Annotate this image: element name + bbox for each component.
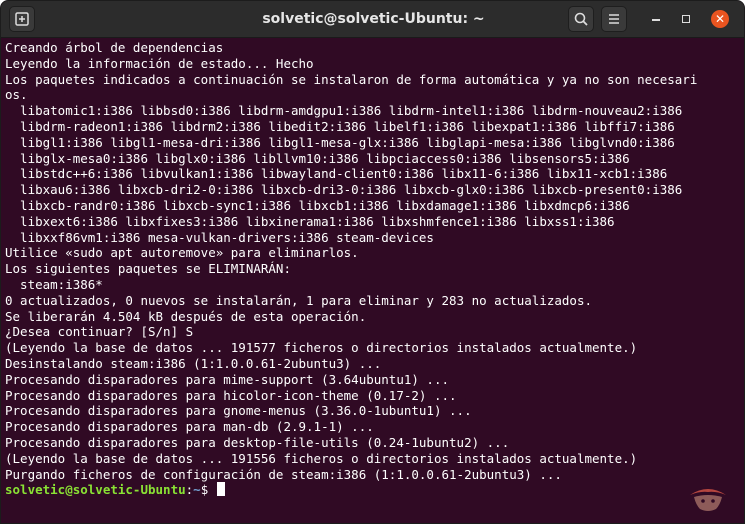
output-line: steam:i386* bbox=[5, 276, 103, 292]
maximize-icon bbox=[682, 15, 690, 23]
output-line: Utilice «sudo apt autoremove» para elimi… bbox=[5, 245, 359, 261]
search-button[interactable] bbox=[568, 6, 594, 32]
output-line: Leyendo la información de estado... Hech… bbox=[5, 55, 314, 71]
output-line: libstdc++6:i386 libvulkan1:i386 libwayla… bbox=[5, 166, 668, 182]
output-line: Se liberarán 4.504 kB después de esta op… bbox=[5, 308, 367, 324]
output-line: libxau6:i386 libxcb-dri2-0:i386 libxcb-d… bbox=[5, 182, 683, 198]
terminal-output[interactable]: Creando árbol de dependencias Leyendo la… bbox=[1, 38, 744, 523]
output-line: Procesando disparadores para gnome-menus… bbox=[5, 403, 472, 419]
output-line: Procesando disparadores para hicolor-ico… bbox=[5, 387, 457, 403]
window-title: solvetic@solvetic-Ubuntu: ~ bbox=[262, 11, 485, 27]
output-line: Desinstalando steam:i386 (1:1.0.0.61-2ub… bbox=[5, 355, 382, 371]
output-line: Procesando disparadores para mime-suppor… bbox=[5, 371, 450, 387]
solvetic-logo-icon bbox=[690, 489, 726, 511]
output-line: libdrm-radeon1:i386 libdrm2:i386 libedit… bbox=[5, 118, 675, 134]
title-bar[interactable]: solvetic@solvetic-Ubuntu: ~ ✕ bbox=[1, 1, 744, 38]
minimize-icon bbox=[652, 19, 660, 21]
output-line: Procesando disparadores para desktop-fil… bbox=[5, 434, 510, 450]
hamburger-menu-icon bbox=[609, 14, 619, 24]
maximize-button[interactable] bbox=[677, 10, 695, 28]
output-line: Los paquetes indicados a continuación se… bbox=[5, 71, 698, 87]
close-button[interactable]: ✕ bbox=[711, 10, 729, 28]
prompt-line[interactable]: solvetic@solvetic-Ubuntu:~$ bbox=[5, 482, 744, 498]
output-line: 0 actualizados, 0 nuevos se instalarán, … bbox=[5, 292, 592, 308]
minimize-button[interactable] bbox=[647, 10, 665, 28]
output-line: ¿Desea continuar? [S/n] S bbox=[5, 324, 194, 340]
prompt-symbol: $ bbox=[200, 482, 216, 498]
prompt-path: ~ bbox=[193, 482, 201, 498]
output-line: (Leyendo la base de datos ... 191556 fic… bbox=[5, 450, 638, 466]
output-line: Purgando ficheros de configuración de st… bbox=[5, 466, 562, 482]
output-line: libatomic1:i386 libbsd0:i386 libdrm-amdg… bbox=[5, 103, 683, 119]
terminal-window: solvetic@solvetic-Ubuntu: ~ ✕ Creando ár… bbox=[0, 0, 745, 524]
output-line: (Leyendo la base de datos ... 191577 fic… bbox=[5, 340, 638, 356]
output-line: libxcb-randr0:i386 libxcb-sync1:i386 lib… bbox=[5, 197, 630, 213]
menu-button[interactable] bbox=[601, 6, 627, 32]
text-cursor bbox=[216, 482, 225, 497]
output-line: Procesando disparadores para man-db (2.9… bbox=[5, 419, 374, 435]
output-line: Creando árbol de dependencias bbox=[5, 40, 224, 55]
close-icon: ✕ bbox=[714, 12, 726, 26]
output-line: libgl1:i386 libgl1-mesa-dri:i386 libgl1-… bbox=[5, 134, 675, 150]
prompt-user-host: solvetic@solvetic-Ubuntu bbox=[5, 482, 186, 498]
search-icon bbox=[574, 12, 588, 26]
output-line: libglx-mesa0:i386 libglx0:i386 libllvm10… bbox=[5, 150, 630, 166]
output-line: libxext6:i386 libxfixes3:i386 libxineram… bbox=[5, 213, 615, 229]
output-line: libxxf86vm1:i386 mesa-vulkan-drivers:i38… bbox=[5, 229, 434, 245]
output-line: Los siguientes paquetes se ELIMINARÁN: bbox=[5, 261, 291, 277]
output-line: os. bbox=[5, 87, 28, 103]
